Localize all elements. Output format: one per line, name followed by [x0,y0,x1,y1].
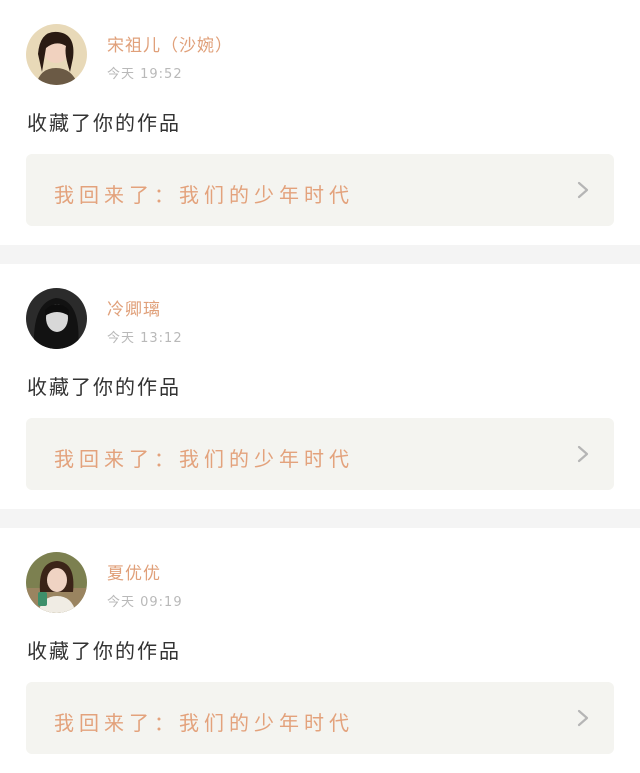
user-avatar[interactable] [26,24,87,85]
avatar-woman-icon [26,24,87,85]
user-avatar[interactable] [26,552,87,613]
separator [0,509,640,528]
timestamp: 今天 13:12 [107,331,183,346]
avatar-woman-outdoor-icon [26,552,87,613]
user-avatar[interactable] [26,288,87,349]
work-link[interactable]: 我回来了：我们的少年时代 [26,154,614,226]
chevron-right-icon [577,181,589,199]
username[interactable]: 夏优优 [107,559,161,584]
notification-card: 夏优优 今天 09:19 收藏了你的作品 我回来了：我们的少年时代 [0,528,640,773]
username[interactable]: 冷卿璃 [107,295,161,320]
timestamp: 今天 19:52 [107,67,183,82]
action-text: 收藏了你的作品 [27,375,181,399]
action-text: 收藏了你的作品 [27,639,181,663]
avatar-bw-portrait-icon [26,288,87,349]
timestamp: 今天 09:19 [107,595,183,610]
work-title: 我回来了：我们的少年时代 [54,711,354,735]
username[interactable]: 宋祖儿（沙婉） [107,31,233,56]
work-title: 我回来了：我们的少年时代 [54,183,354,207]
notification-feed: 宋祖儿（沙婉） 今天 19:52 收藏了你的作品 我回来了：我们的少年时代 冷卿… [0,0,640,773]
notification-card: 宋祖儿（沙婉） 今天 19:52 收藏了你的作品 我回来了：我们的少年时代 [0,0,640,245]
action-text: 收藏了你的作品 [27,111,181,135]
chevron-right-icon [577,709,589,727]
work-title: 我回来了：我们的少年时代 [54,447,354,471]
work-link[interactable]: 我回来了：我们的少年时代 [26,682,614,754]
chevron-right-icon [577,445,589,463]
separator [0,245,640,264]
work-link[interactable]: 我回来了：我们的少年时代 [26,418,614,490]
notification-card: 冷卿璃 今天 13:12 收藏了你的作品 我回来了：我们的少年时代 [0,264,640,509]
